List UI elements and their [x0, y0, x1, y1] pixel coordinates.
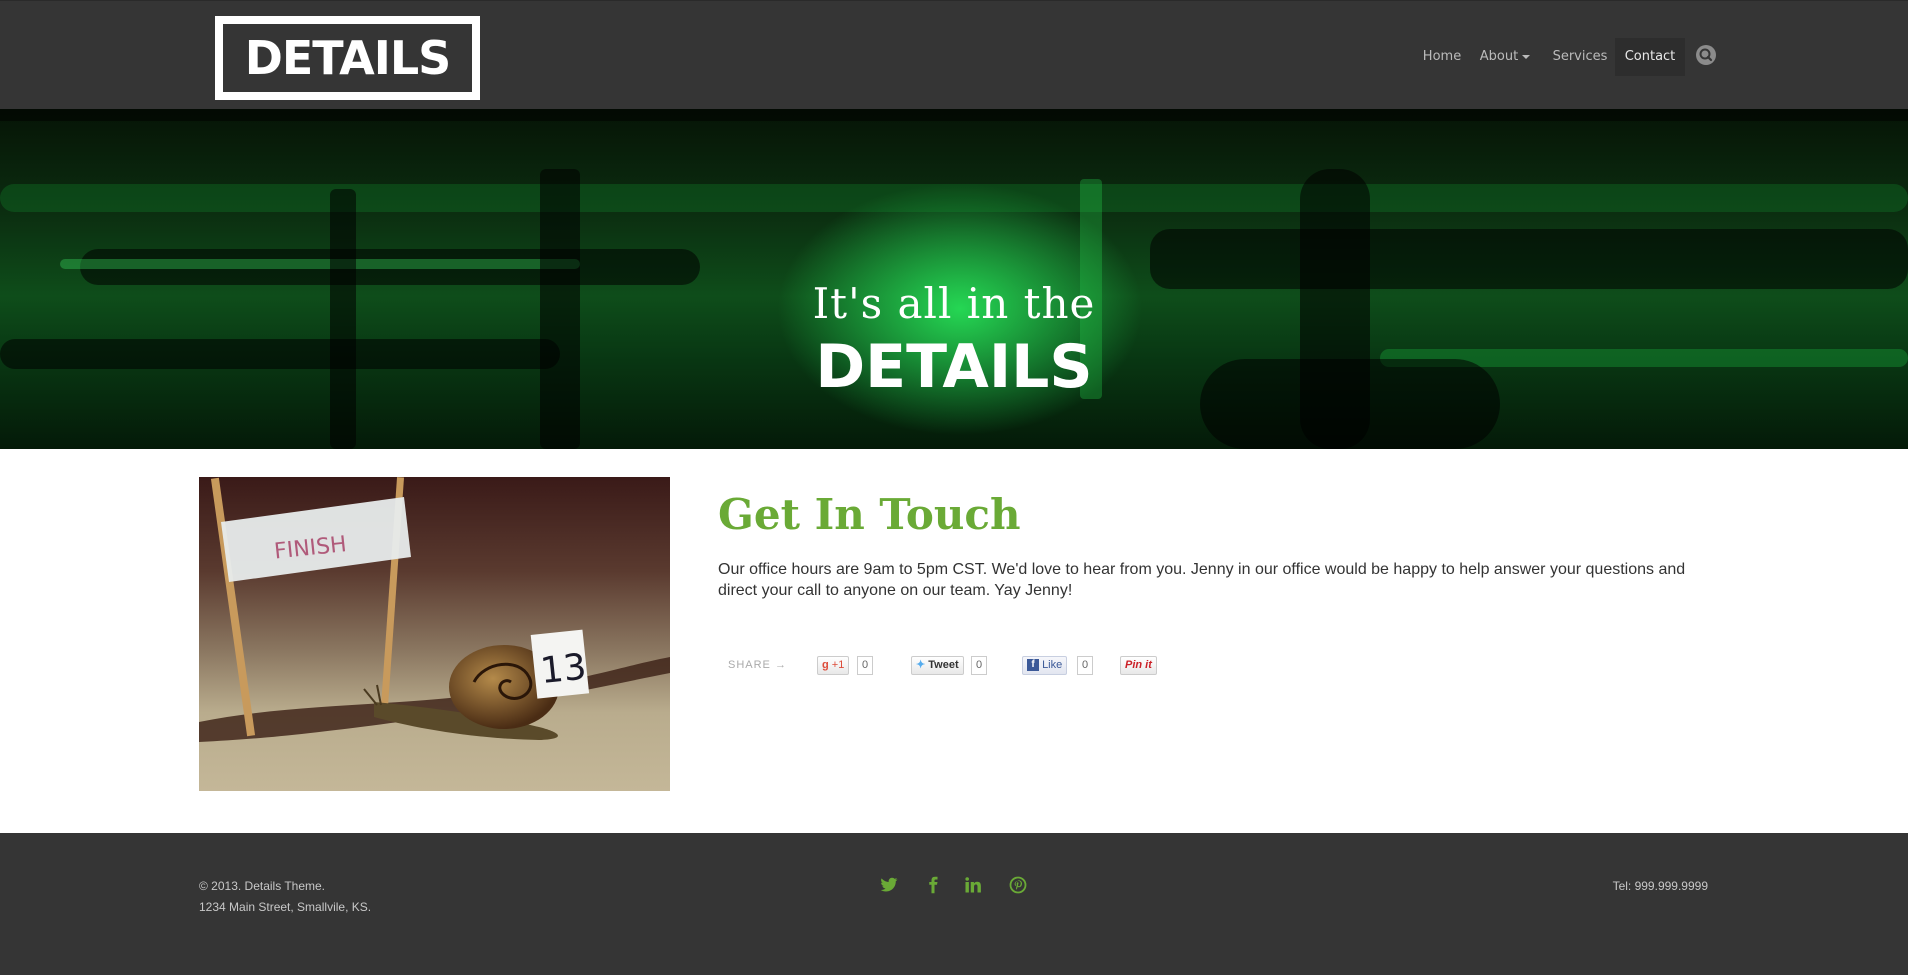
site-header: DETAILS Home About Services Contact: [0, 0, 1908, 109]
linkedin-link[interactable]: [964, 876, 984, 896]
share-label: SHARE →: [728, 659, 787, 671]
snail-photo-graphic: FINISH 13: [199, 477, 670, 742]
gplus-icon: g: [822, 659, 829, 671]
main-nav: Home About Services Contact: [0, 38, 1908, 76]
nav-item-services[interactable]: Services: [1548, 38, 1612, 76]
hero-pipe: [0, 184, 1908, 212]
like-label: Like: [1042, 659, 1063, 671]
pinterest-icon: [1009, 876, 1027, 894]
hero-pipe: [0, 109, 1908, 121]
nav-item-label: About: [1479, 49, 1519, 64]
nav-item-label: Services: [1552, 49, 1608, 64]
contact-photo: FINISH 13: [199, 477, 670, 791]
pinit-label: Pin it: [1125, 659, 1152, 671]
gplus-button[interactable]: g +1: [817, 656, 850, 675]
twitter-icon: [880, 877, 898, 892]
like-count: 0: [1077, 656, 1094, 675]
nav-item-about[interactable]: About: [1474, 38, 1536, 76]
facebook-link[interactable]: [924, 876, 944, 896]
hero-pipe: [60, 259, 580, 269]
nav-item-home[interactable]: Home: [1414, 38, 1470, 76]
nav-item-label: Home: [1422, 49, 1462, 64]
facebook-icon: [929, 876, 938, 894]
site-footer: © 2013. Details Theme. 1234 Main Street,…: [0, 833, 1908, 975]
footer-copyright: © 2013. Details Theme.: [199, 879, 326, 893]
gplus-label: +1: [831, 659, 845, 671]
tweet-count: 0: [971, 656, 988, 675]
tweet-button[interactable]: ✦ Tweet: [911, 656, 964, 675]
nav-item-label: Contact: [1624, 49, 1676, 64]
hero-tagline: It's all in the: [812, 279, 1096, 328]
twitter-link[interactable]: [880, 876, 900, 896]
hero-title: DETAILS: [815, 332, 1093, 402]
page-title: Get In Touch: [718, 490, 1021, 539]
search-button[interactable]: [1696, 45, 1716, 65]
pinit-button[interactable]: Pin it: [1120, 656, 1157, 675]
footer-phone: Tel: 999.999.9999: [1612, 879, 1708, 893]
footer-address: 1234 Main Street, Smallvile, KS.: [199, 900, 372, 914]
search-icon: [1699, 48, 1713, 62]
pinterest-link[interactable]: [1009, 876, 1029, 896]
linkedin-icon: [965, 877, 981, 893]
nav-item-contact[interactable]: Contact: [1615, 38, 1685, 76]
facebook-icon: f: [1027, 659, 1039, 672]
twitter-bird-icon: ✦: [916, 659, 926, 671]
chevron-down-icon: [1522, 54, 1531, 59]
gplus-count: 0: [857, 656, 874, 675]
photo-tag-number: 13: [538, 646, 588, 692]
facebook-like-button[interactable]: f Like: [1022, 656, 1068, 675]
tweet-label: Tweet: [928, 659, 959, 671]
intro-text: Our office hours are 9am to 5pm CST. We'…: [718, 561, 1686, 599]
hero-banner: It's all in the DETAILS: [0, 109, 1908, 449]
